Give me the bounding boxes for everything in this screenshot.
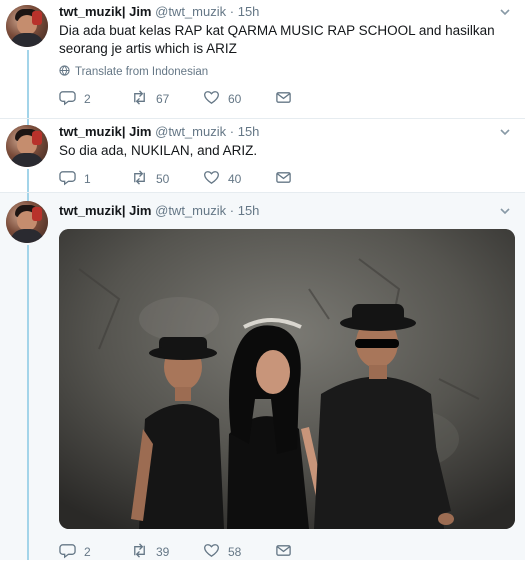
tweet-text: So dia ada, NUKILAN, and ARIZ. [59,143,258,158]
direct-message-icon [275,542,292,562]
user-handle[interactable]: @twt_muzik [155,4,226,19]
retweet-button[interactable]: 50 [131,169,203,189]
reply-icon [59,542,76,562]
retweet-count: 50 [156,172,170,186]
tweet-3[interactable]: twt_muzik| Jim @twt_muzik · 15h 2 39 58 [0,192,525,560]
timestamp[interactable]: 15h [238,203,260,218]
tweet-text: Dia ada buat kelas RAP kat QARMA MUSIC R… [59,23,495,56]
chevron-down-icon[interactable] [499,126,511,138]
reply-button[interactable]: 1 [59,169,131,189]
like-button[interactable]: 58 [203,542,275,562]
user-handle[interactable]: @twt_muzik [155,124,226,139]
dm-button[interactable] [275,169,292,189]
timestamp[interactable]: 15h [238,4,260,19]
like-button[interactable]: 60 [203,89,275,109]
retweet-button[interactable]: 39 [131,542,203,562]
like-count: 58 [228,545,242,559]
reply-button[interactable]: 2 [59,542,131,562]
separator: · [229,203,235,218]
separator: · [229,4,235,19]
like-count: 60 [228,92,242,106]
direct-message-icon [275,89,292,109]
reply-button[interactable]: 2 [59,89,131,109]
timestamp[interactable]: 15h [238,124,260,139]
translate-link[interactable]: Translate from Indonesian [59,65,208,79]
heart-icon [203,542,220,562]
reply-count: 2 [84,545,91,559]
display-name[interactable]: twt_muzik| Jim [59,124,152,139]
heart-icon [203,89,220,109]
like-count: 40 [228,172,242,186]
retweet-icon [131,169,148,189]
dm-button[interactable] [275,89,292,109]
tweet-1[interactable]: twt_muzik| Jim @twt_muzik · 15h Dia ada … [0,0,525,118]
like-button[interactable]: 40 [203,169,275,189]
avatar[interactable] [6,125,48,167]
chevron-down-icon[interactable] [499,205,511,217]
display-name[interactable]: twt_muzik| Jim [59,203,152,218]
translate-label: Translate from Indonesian [75,66,209,78]
reply-count: 2 [84,92,91,106]
heart-icon [203,169,220,189]
separator: · [229,124,235,139]
reply-icon [59,89,76,109]
avatar[interactable] [6,201,48,243]
direct-message-icon [275,169,292,189]
display-name[interactable]: twt_muzik| Jim [59,4,152,19]
retweet-count: 67 [156,92,170,106]
thread-line [27,193,29,201]
avatar[interactable] [6,5,48,47]
tweet-header: twt_muzik| Jim @twt_muzik · 15h [59,4,259,20]
retweet-icon [131,542,148,562]
retweet-icon [131,89,148,109]
reply-count: 1 [84,172,91,186]
thread-line [27,245,29,560]
chevron-down-icon[interactable] [499,6,511,18]
tweet-actions: 2 39 58 [59,542,292,562]
retweet-count: 39 [156,545,170,559]
thread-line [27,50,29,118]
user-handle[interactable]: @twt_muzik [155,203,226,218]
tweet-actions: 1 50 40 [59,169,292,189]
globe-icon [59,65,70,79]
tweet-header: twt_muzik| Jim @twt_muzik · 15h [59,124,259,140]
tweet-header: twt_muzik| Jim @twt_muzik · 15h [59,203,259,219]
dm-button[interactable] [275,542,292,562]
reply-icon [59,169,76,189]
tweet-photo[interactable] [59,229,515,529]
retweet-button[interactable]: 67 [131,89,203,109]
tweet-actions: 2 67 60 [59,89,292,109]
tweet-2[interactable]: twt_muzik| Jim @twt_muzik · 15h So dia a… [0,118,525,193]
thread-line [27,169,29,193]
